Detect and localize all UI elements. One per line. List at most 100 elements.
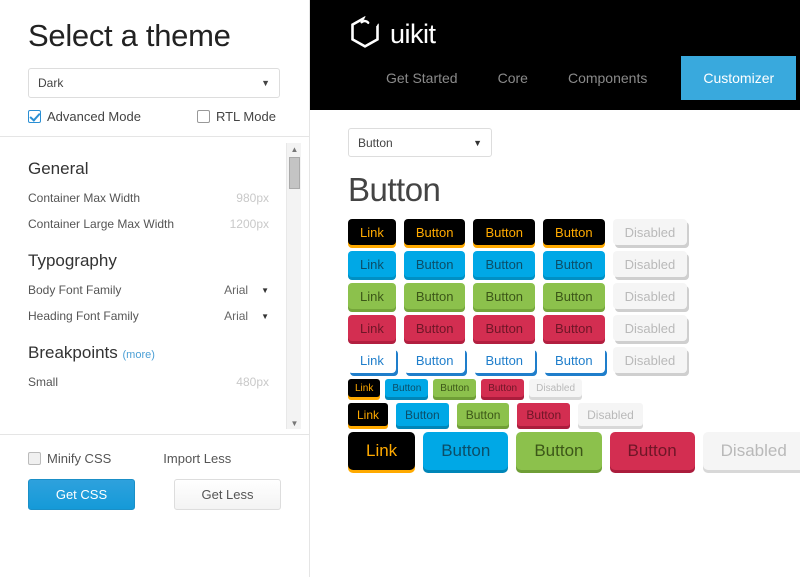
demo-button-success[interactable]: Button [433, 379, 477, 397]
demo-button-link[interactable]: Link [348, 347, 396, 373]
large-row: Link Button Button Button Disabled [348, 432, 800, 470]
default-primary-row: Link Button Button Button Disabled [348, 251, 800, 277]
option-label: Container Large Max Width [28, 217, 175, 231]
theme-select[interactable]: Dark ▼ [28, 68, 280, 98]
minify-css-checkbox[interactable] [28, 452, 41, 465]
option-label: Heading Font Family [28, 309, 139, 323]
demo-button-danger[interactable]: Button [517, 403, 571, 426]
scrollbar-thumb[interactable] [289, 157, 300, 189]
button-demo-rows: Link Button Button Button Disabled Link Button… [348, 219, 800, 470]
demo-button-success[interactable]: Button [456, 403, 510, 426]
mode-toggles: Advanced Mode RTL Mode [0, 98, 309, 136]
settings-list: General Container Max Width 980px Contai… [0, 137, 309, 395]
demo-button-primary[interactable]: Button [423, 432, 509, 470]
demo-button-danger[interactable]: Button [543, 315, 605, 341]
tab-get-started[interactable]: Get Started [366, 56, 478, 100]
chevron-down-icon[interactable]: ▼ [261, 312, 269, 321]
default-dark-row: Link Button Button Button Disabled [348, 219, 800, 245]
section-heading-typography: Typography [28, 251, 117, 270]
component-select[interactable]: Button ▼ [348, 128, 492, 157]
sidebar-scrollbar[interactable]: ▲ ▼ [286, 143, 301, 429]
demo-button-primary[interactable]: Button [543, 251, 605, 277]
demo-button-disabled: Disabled [578, 403, 643, 426]
nav-tabs: Get Started Core Components Customizer [310, 56, 800, 100]
demo-button-danger[interactable]: Button [403, 315, 466, 341]
demo-button-danger[interactable]: Button [481, 379, 525, 397]
option-value-group[interactable]: Arial ▼ [224, 309, 269, 323]
default-link-row: Link Button Button Button Disabled [348, 347, 800, 373]
scroll-down-arrow-icon[interactable]: ▼ [287, 417, 302, 429]
demo-button-success[interactable]: Button [543, 283, 605, 309]
breakpoints-more-link[interactable]: (more) [123, 349, 155, 361]
option-value-group[interactable]: Arial ▼ [224, 283, 269, 297]
demo-button-primary[interactable]: Button [385, 379, 429, 397]
minify-css-label: Minify CSS [47, 451, 112, 466]
demo-button-success[interactable]: Button [473, 283, 536, 309]
demo-button-success[interactable]: Link [348, 283, 396, 309]
demo-button-primary[interactable]: Button [473, 251, 536, 277]
brand-name: uikit [390, 18, 436, 49]
demo-button-dark[interactable]: Button [543, 219, 605, 245]
demo-button-link[interactable]: Button [473, 347, 536, 373]
option-value: Arial [224, 283, 249, 297]
tab-components[interactable]: Components [548, 56, 667, 100]
demo-button-dark[interactable]: Link [348, 432, 416, 470]
demo-button-danger[interactable]: Link [348, 315, 396, 341]
option-label: Small [28, 375, 59, 389]
tab-customizer[interactable]: Customizer [681, 56, 797, 100]
demo-button-primary[interactable]: Link [348, 251, 396, 277]
sidebar-buttons: Get CSS Get Less [28, 479, 281, 510]
demo-button-primary[interactable]: Button [403, 251, 466, 277]
demo-button-dark[interactable]: Button [473, 219, 536, 245]
demo-button-dark[interactable]: Link [348, 379, 381, 397]
option-row[interactable]: Container Large Max Width 1200px [28, 211, 269, 237]
demo-button-disabled: Disabled [529, 379, 583, 397]
demo-button-success[interactable]: Button [403, 283, 466, 309]
option-label: Container Max Width [28, 191, 141, 205]
advanced-mode-toggle[interactable]: Advanced Mode [28, 109, 141, 124]
scroll-up-arrow-icon[interactable]: ▲ [287, 143, 302, 155]
component-select-value: Button [358, 135, 393, 150]
minify-css-toggle[interactable]: Minify CSS [28, 451, 111, 466]
mini-row: Link Button Button Button Disabled [348, 379, 800, 397]
chevron-down-icon[interactable]: ▼ [261, 286, 269, 295]
rtl-mode-toggle[interactable]: RTL Mode [196, 109, 276, 124]
demo-button-primary[interactable]: Button [396, 403, 449, 426]
tab-core[interactable]: Core [478, 56, 548, 100]
demo-button-disabled: Disabled [702, 432, 800, 470]
option-row[interactable]: Small 480px [28, 369, 269, 395]
option-value: 480px [236, 375, 269, 389]
rtl-mode-label: RTL Mode [215, 109, 276, 124]
demo-button-disabled: Disabled [612, 347, 688, 373]
settings-scroll-panel[interactable]: General Container Max Width 980px Contai… [0, 137, 309, 435]
demo-button-dark[interactable]: Link [348, 403, 389, 426]
default-success-row: Link Button Button Button Disabled [348, 283, 800, 309]
demo-button-dark[interactable]: Button [403, 219, 466, 245]
demo-button-danger[interactable]: Button [473, 315, 536, 341]
advanced-mode-checkbox[interactable] [28, 110, 41, 123]
option-row[interactable]: Container Max Width 980px [28, 185, 269, 211]
advanced-mode-label: Advanced Mode [47, 109, 141, 124]
demo-button-dark[interactable]: Link [348, 219, 396, 245]
rtl-mode-checkbox[interactable] [196, 110, 210, 123]
demo-button-danger[interactable]: Button [609, 432, 695, 470]
get-less-button[interactable]: Get Less [174, 479, 281, 510]
demo-button-disabled: Disabled [612, 219, 688, 245]
sidebar-action-labels: Minify CSS Import Less [28, 451, 281, 466]
page-title: Select a theme [28, 18, 231, 53]
get-css-button[interactable]: Get CSS [28, 479, 135, 510]
demo-button-success[interactable]: Button [516, 432, 602, 470]
option-value: 980px [236, 191, 269, 205]
option-value: 1200px [229, 217, 269, 231]
brand[interactable]: uikit [310, 0, 800, 52]
option-row[interactable]: Heading Font Family Arial ▼ [28, 303, 269, 329]
demo-button-disabled: Disabled [612, 251, 688, 277]
uikit-hexagon-logo-icon [350, 15, 380, 53]
import-less-label[interactable]: Import Less [163, 451, 231, 466]
component-title: Button [348, 171, 441, 208]
demo-button-link[interactable]: Button [543, 347, 605, 373]
chevron-down-icon: ▼ [473, 137, 482, 148]
demo-button-link[interactable]: Button [403, 347, 466, 373]
option-row[interactable]: Body Font Family Arial ▼ [28, 277, 269, 303]
small-row: Link Button Button Button Disabled [348, 403, 800, 426]
